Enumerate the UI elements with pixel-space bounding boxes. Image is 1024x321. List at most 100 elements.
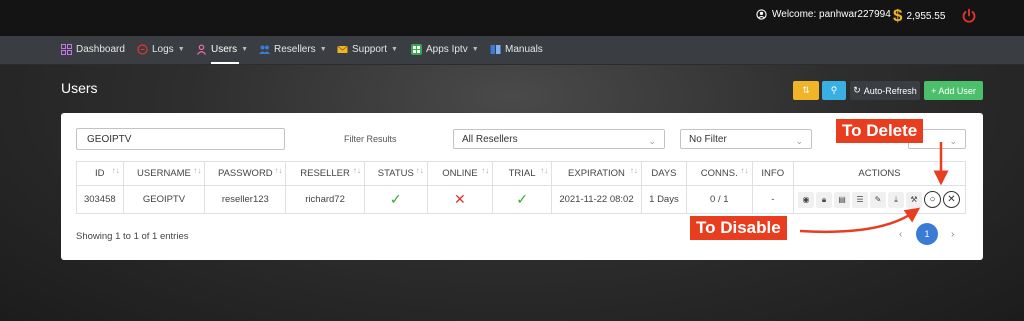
- sort-icon: ↑↓: [274, 166, 283, 175]
- col-label: INFO: [761, 168, 785, 179]
- col-reseller[interactable]: RESELLER ↑↓: [285, 161, 365, 186]
- nav-dashboard[interactable]: Dashboard: [61, 44, 125, 55]
- pagination-next[interactable]: ›: [951, 229, 954, 240]
- nav-label: Resellers: [274, 44, 316, 55]
- auto-refresh-button[interactable]: ↻ Auto-Refresh: [850, 81, 920, 100]
- reseller-select[interactable]: All Resellers ⌄: [453, 129, 665, 149]
- add-user-button[interactable]: + Add User: [924, 81, 983, 100]
- to-delete-callout: To Delete: [836, 119, 924, 143]
- nav-resellers[interactable]: Resellers ▼: [259, 44, 327, 55]
- cell-expiration: 2021-11-22 08:02: [551, 185, 642, 214]
- col-expiration[interactable]: EXPIRATION ↑↓: [551, 161, 642, 186]
- nav-label: Logs: [152, 44, 174, 55]
- col-label: ID: [95, 168, 105, 179]
- dashboard-icon: [61, 44, 72, 55]
- sort-icon: ↑↓: [415, 166, 424, 175]
- cell-status: ✓: [363, 185, 428, 214]
- cell-online: ✕: [426, 185, 494, 214]
- welcome-user[interactable]: Welcome: panhwar227994: [756, 9, 891, 20]
- book-icon: [490, 45, 501, 54]
- search-input[interactable]: GEOIPTV: [76, 128, 285, 150]
- balance: $ 2,955.55: [893, 6, 945, 26]
- sync-icon: ⇅: [802, 85, 810, 95]
- col-label: RESELLER: [300, 168, 350, 179]
- cell-reseller: richard72: [285, 185, 365, 214]
- col-label: ONLINE: [442, 168, 478, 179]
- envelope-icon: [337, 45, 348, 53]
- chevron-down-icon: ▼: [241, 46, 249, 53]
- col-label: USERNAME: [137, 168, 191, 179]
- chevron-down-icon: ⌄: [795, 136, 803, 146]
- page-title: Users: [61, 80, 98, 96]
- download-icon[interactable]: ⤓: [888, 191, 904, 208]
- table-header-row: ID ↑↓ USERNAME ↑↓ PASSWORD ↑↓ RESELLER ↑↓ ST…: [76, 161, 966, 186]
- col-username[interactable]: USERNAME ↑↓: [122, 161, 206, 186]
- sort-icon: ↑↓: [193, 166, 202, 175]
- refresh-icon: ↻: [853, 85, 861, 95]
- search-button[interactable]: ⚲: [822, 81, 846, 100]
- sort-icon: ↑↓: [352, 166, 361, 175]
- status-select[interactable]: No Filter ⌄: [680, 129, 812, 149]
- chevron-down-icon: ▼: [391, 46, 398, 53]
- col-password[interactable]: PASSWORD ↑↓: [204, 161, 287, 186]
- view-icon[interactable]: ◉: [798, 191, 814, 208]
- balance-amount: 2,955.55: [906, 10, 946, 22]
- sort-icon: ↑↓: [481, 166, 490, 175]
- lock-icon[interactable]: 🔒︎: [816, 191, 832, 208]
- file-icon[interactable]: ▤: [834, 191, 850, 208]
- auto-refresh-label: Auto-Refresh: [863, 85, 917, 96]
- delete-button[interactable]: ✕: [943, 191, 960, 208]
- col-label: TRIAL: [508, 168, 536, 179]
- reseller-select-value: All Resellers: [462, 134, 518, 145]
- chevron-down-icon: ▼: [177, 46, 185, 53]
- chevron-down-icon: ▼: [319, 46, 327, 53]
- cell-password: reseller123: [204, 185, 287, 214]
- filter-results-label: Filter Results: [344, 134, 397, 144]
- nav-apps-iptv[interactable]: Apps Iptv ▼: [411, 44, 479, 55]
- nav-logs[interactable]: Logs ▼: [137, 44, 185, 55]
- sync-button[interactable]: ⇅: [793, 81, 819, 100]
- edit-icon[interactable]: ✎: [870, 191, 886, 208]
- status-select-value: No Filter: [689, 134, 727, 145]
- nav-support[interactable]: Support ▼: [337, 44, 398, 55]
- top-bar: Welcome: panhwar227994 $ 2,955.55: [0, 0, 1024, 36]
- nav-label: Support: [352, 44, 388, 55]
- col-label: DAYS: [651, 168, 677, 179]
- pagination-page-1[interactable]: 1: [916, 223, 938, 245]
- cell-conns: 0 / 1: [685, 185, 753, 214]
- user-circle-icon: [756, 9, 767, 20]
- pagination-prev[interactable]: ‹: [899, 229, 902, 240]
- col-actions: ACTIONS: [793, 161, 966, 186]
- col-label: ACTIONS: [858, 168, 901, 179]
- cross-icon: ✕: [454, 191, 466, 207]
- apps-icon: [411, 44, 422, 55]
- col-trial[interactable]: TRIAL ↑↓: [492, 161, 553, 186]
- col-label: EXPIRATION: [568, 168, 625, 179]
- col-days[interactable]: DAYS: [640, 161, 687, 186]
- col-conns[interactable]: CONNS. ↑↓: [685, 161, 753, 186]
- disable-button[interactable]: ○: [924, 191, 941, 208]
- logs-icon: [137, 44, 148, 55]
- col-info: INFO: [751, 161, 795, 186]
- col-id[interactable]: ID ↑↓: [76, 161, 124, 186]
- sort-icon: ↑↓: [111, 166, 120, 175]
- nav-manuals[interactable]: Manuals: [490, 44, 543, 55]
- cell-days: 1 Days: [640, 185, 687, 214]
- check-icon: ✓: [389, 191, 402, 207]
- resellers-icon: [259, 45, 270, 54]
- col-status[interactable]: STATUS ↑↓: [363, 161, 428, 186]
- circle-icon: ○: [929, 194, 936, 205]
- list-icon[interactable]: ☰: [852, 191, 868, 208]
- check-icon: ✓: [516, 191, 528, 207]
- col-online[interactable]: ONLINE ↑↓: [426, 161, 494, 186]
- hammer-icon[interactable]: ⚒: [906, 191, 922, 208]
- main-nav: Dashboard Logs ▼ Users ▼ Resellers ▼ Sup…: [0, 36, 1024, 65]
- welcome-text: Welcome: panhwar227994: [772, 9, 891, 20]
- power-icon[interactable]: [960, 7, 978, 25]
- nav-users[interactable]: Users ▼: [196, 44, 248, 55]
- nav-label: Manuals: [505, 44, 543, 55]
- col-label: STATUS: [377, 168, 414, 179]
- entries-info: Showing 1 to 1 of 1 entries: [76, 231, 189, 242]
- cell-username: GEOIPTV: [122, 185, 206, 214]
- cell-trial: ✓: [492, 185, 553, 214]
